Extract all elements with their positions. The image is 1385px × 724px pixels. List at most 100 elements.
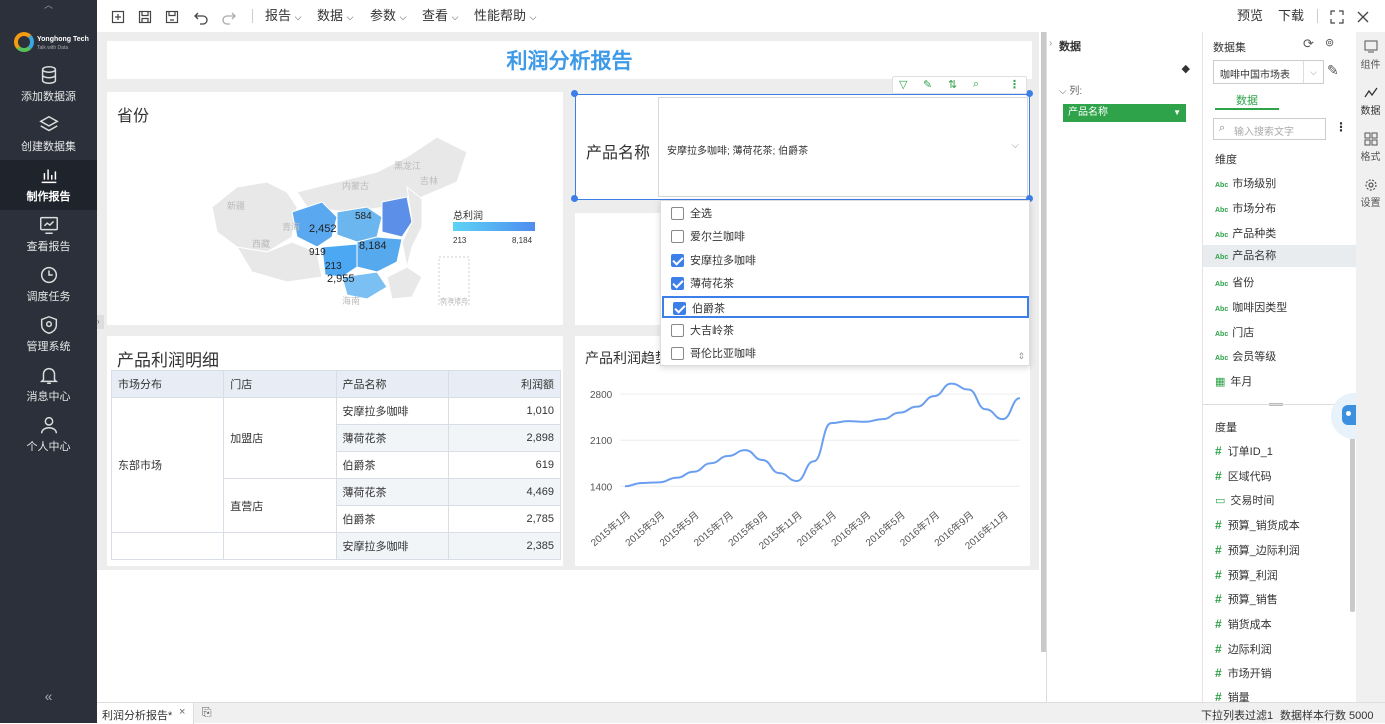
more-icon[interactable]: ⋮ <box>1009 78 1020 91</box>
nav-item-messages[interactable]: 消息中心 <box>0 364 97 412</box>
download-button[interactable]: 下载 <box>1278 6 1304 26</box>
checkbox-checked[interactable] <box>671 276 684 290</box>
filter-option[interactable]: 哥伦比亚咖啡 <box>671 343 756 365</box>
tab-data[interactable]: 数据 <box>1215 92 1279 110</box>
tab-data[interactable]: 数据 <box>1356 86 1385 117</box>
data-point[interactable] <box>795 479 799 483</box>
nav-item-view-report[interactable]: 查看报告 <box>0 214 97 262</box>
data-point[interactable] <box>657 480 661 484</box>
nav-item-create-dataset[interactable]: 创建数据集 <box>0 114 97 162</box>
tab-format[interactable]: 格式 <box>1356 132 1385 163</box>
nav-item-add-datasource[interactable]: 添加数据源 <box>0 64 97 112</box>
data-point[interactable] <box>984 407 988 411</box>
column-field-chip[interactable]: 产品名称 ▼ <box>1063 104 1186 122</box>
nav-item-schedule[interactable]: 调度任务 <box>0 264 97 312</box>
data-point[interactable] <box>1001 417 1005 421</box>
collapse-nav-icon[interactable]: « <box>0 688 97 704</box>
tab-components[interactable]: 组件 <box>1356 40 1385 71</box>
map-card[interactable]: 省份 黑龙江 吉林 内蒙古 新疆 青海 西藏 海南 南海诸岛 584 2,452… <box>107 92 563 325</box>
close-icon[interactable] <box>1355 6 1371 26</box>
filter-option-select-all[interactable]: 全选 <box>671 203 712 225</box>
china-map[interactable]: 黑龙江 吉林 内蒙古 新疆 青海 西藏 海南 南海诸岛 584 2,452 8,… <box>207 127 477 317</box>
nav-item-make-report[interactable]: 制作报告 <box>0 160 97 210</box>
data-point[interactable] <box>863 420 867 424</box>
resize-handle[interactable] <box>1026 90 1033 97</box>
data-point[interactable] <box>675 476 679 480</box>
checkbox[interactable] <box>671 206 684 220</box>
data-point[interactable] <box>846 419 850 423</box>
edit-icon[interactable]: ✎ <box>923 78 932 91</box>
data-point[interactable] <box>1018 396 1022 400</box>
field-item[interactable]: # 预算_利润 <box>1215 567 1278 583</box>
nav-item-admin[interactable]: 管理系统 <box>0 314 97 362</box>
field-item[interactable]: Abc 咖啡因类型 <box>1215 299 1287 315</box>
field-item[interactable]: Abc 会员等级 <box>1215 348 1276 364</box>
data-point[interactable] <box>760 458 764 462</box>
series-line[interactable] <box>624 382 1021 488</box>
trend-chart-card[interactable]: 产品利润趋势 2800 2100 1400 2015年1月 2015年3月 2015年5月… <box>575 336 1030 566</box>
data-point[interactable] <box>812 459 816 463</box>
map-region-north[interactable] <box>296 136 468 213</box>
checkbox-checked[interactable] <box>673 301 686 315</box>
filter-option[interactable]: 薄荷花茶 <box>671 273 734 295</box>
data-point[interactable] <box>915 405 919 409</box>
data-point[interactable] <box>966 388 970 392</box>
filter-card[interactable]: 产品名称 安摩拉多咖啡; 薄荷花茶; 伯爵茶 ⌵ <box>575 94 1030 200</box>
data-point[interactable] <box>709 461 713 465</box>
menu-report[interactable]: 报告 ⌵ <box>265 6 301 26</box>
field-item[interactable]: Abc 产品种类 <box>1215 225 1276 241</box>
field-item[interactable]: ▭ 交易时间 <box>1215 492 1274 508</box>
field-item[interactable]: # 区域代码 <box>1215 468 1272 484</box>
menu-data[interactable]: 数据 ⌵ <box>317 6 353 26</box>
dataset-select[interactable]: 咖啡中国市场表 ⌵ <box>1213 60 1324 84</box>
field-item[interactable]: Abc 门店 <box>1215 324 1254 340</box>
new-report-icon[interactable] <box>110 6 126 26</box>
split-handle[interactable] <box>1269 403 1283 406</box>
fullscreen-icon[interactable] <box>1329 6 1345 26</box>
field-item[interactable]: Abc 市场级别 <box>1215 175 1276 191</box>
table-header[interactable]: 利润额 <box>447 370 562 398</box>
report-title[interactable]: 利润分析报告 <box>107 41 1032 79</box>
field-item[interactable]: # 预算_销货成本 <box>1215 517 1300 533</box>
data-point[interactable] <box>623 484 627 488</box>
checkbox[interactable] <box>671 229 684 243</box>
filter-option-focused[interactable]: 伯爵茶 <box>662 296 1029 318</box>
data-point[interactable] <box>949 382 953 386</box>
data-point[interactable] <box>898 411 902 415</box>
table-header[interactable]: 市场分布 <box>110 370 225 398</box>
resize-handle[interactable] <box>571 195 578 202</box>
filter-option[interactable]: 安摩拉多咖啡 <box>671 250 756 272</box>
data-point[interactable] <box>726 454 730 458</box>
filter-option[interactable]: 爱尔兰咖啡 <box>671 226 745 248</box>
more-icon[interactable]: ⋮ <box>1335 120 1347 134</box>
menu-help[interactable]: 性能帮助 ⌵ <box>474 6 536 26</box>
field-item[interactable]: # 预算_边际利润 <box>1215 542 1300 558</box>
data-point[interactable] <box>829 421 833 425</box>
field-item[interactable]: # 销货成本 <box>1215 616 1272 632</box>
close-tab-icon[interactable]: × <box>179 706 185 718</box>
field-item[interactable]: Abc 市场分布 <box>1215 200 1276 216</box>
field-item[interactable]: ▦ 年月 <box>1215 373 1252 389</box>
search-icon[interactable]: ⌕ <box>973 78 979 91</box>
field-item[interactable]: # 订单ID_1 <box>1215 443 1273 459</box>
eraser-icon[interactable]: ◆ <box>1182 62 1190 75</box>
checkbox[interactable] <box>671 346 684 360</box>
sort-icon[interactable]: ⇅ <box>948 78 957 91</box>
menu-param[interactable]: 参数 ⌵ <box>370 6 406 26</box>
data-point[interactable] <box>692 470 696 474</box>
edit-dataset-icon[interactable]: ✎ <box>1327 62 1339 79</box>
save-icon[interactable] <box>137 6 153 26</box>
redo-icon[interactable] <box>221 6 237 26</box>
caret-down-icon[interactable]: ▼ <box>1173 104 1181 122</box>
new-tab-icon[interactable]: ⎘ <box>202 705 212 720</box>
menu-view[interactable]: 查看 ⌵ <box>422 6 458 26</box>
field-search-input[interactable]: ⌕ 输入搜索文字 <box>1213 118 1326 140</box>
data-point[interactable] <box>640 481 644 485</box>
list-scroll-icon[interactable]: ⇕ <box>1017 351 1025 362</box>
detail-table-card[interactable]: 产品利润明细 市场分布 门店 产品名称 利润额 东部市场 加盟店 安摩拉多咖啡 … <box>107 336 563 566</box>
nav-item-profile[interactable]: 个人中心 <box>0 414 97 462</box>
resize-handle[interactable] <box>571 90 578 97</box>
field-item[interactable]: # 市场开销 <box>1215 665 1272 681</box>
scroll-up-icon[interactable]: ︿ <box>0 0 97 10</box>
expand-panel-icon[interactable]: › <box>97 315 104 329</box>
